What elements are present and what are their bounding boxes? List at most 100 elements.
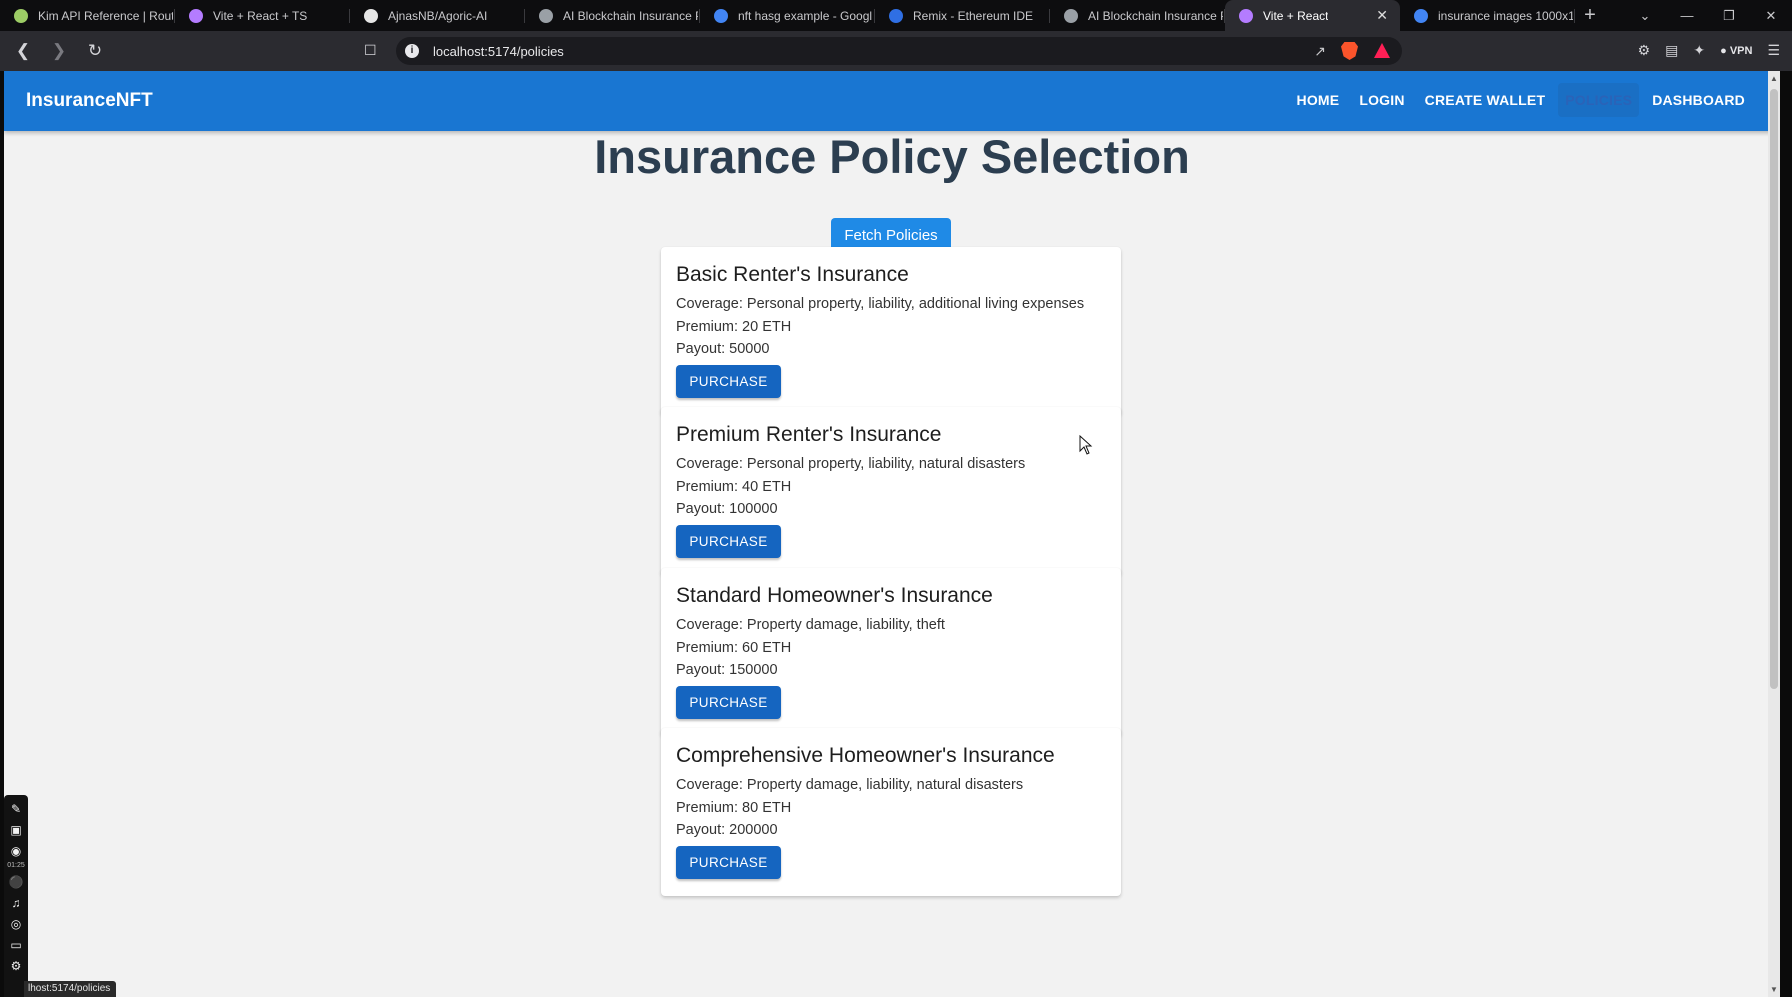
back-button[interactable]: ❮ (10, 41, 36, 61)
brave-rewards-icon[interactable] (1374, 43, 1390, 58)
close-window-button[interactable]: ✕ (1750, 8, 1792, 24)
remix-icon (889, 8, 903, 23)
policy-premium: Premium: 40 ETH (676, 476, 1106, 499)
site-info-icon[interactable]: i (405, 44, 419, 58)
policy-premium-value: 20 ETH (742, 318, 792, 335)
page-viewport: InsuranceNFT HOME LOGIN CREATE WALLET POLIC… (4, 71, 1780, 997)
menu-icon[interactable]: ☰ (1767, 42, 1780, 59)
address-url: localhost:5174/policies (433, 43, 564, 59)
page-scrollbar[interactable]: ▲ ▼ (1768, 71, 1780, 997)
circle-logo-icon (14, 8, 28, 23)
settings-gear-icon[interactable]: ⚙ (4, 956, 28, 977)
browser-tab[interactable]: Vite + React ✕ (1225, 0, 1400, 31)
policy-premium-label: Premium: (676, 318, 739, 335)
policy-premium-value: 80 ETH (742, 799, 792, 816)
policy-premium-label: Premium: (676, 799, 739, 816)
minimize-button[interactable]: — (1666, 8, 1708, 23)
browser-tab[interactable]: nft hasg example - Googl (700, 0, 875, 31)
scroll-down-icon[interactable]: ▼ (1770, 985, 1778, 994)
microphone-icon[interactable]: ⚫ (4, 872, 28, 893)
scroll-up-icon[interactable]: ▲ (1770, 74, 1778, 83)
nav-link-create-wallet[interactable]: CREATE WALLET (1418, 83, 1553, 117)
webcam-icon[interactable]: ◎ (4, 914, 28, 935)
policy-payout-value: 100000 (729, 501, 778, 517)
policy-coverage-label: Coverage: (676, 456, 743, 472)
brave-shields-icon[interactable] (1341, 42, 1358, 60)
policy-premium-value: 60 ETH (742, 639, 792, 656)
policy-payout-value: 200000 (729, 822, 778, 838)
policy-payout-label: Payout: (676, 662, 726, 678)
tab-title: AI Blockchain Insurance P (1088, 8, 1223, 23)
policy-coverage: Coverage: Personal property, liability, n… (676, 453, 1106, 476)
browser-tab[interactable]: AjnasNB/Agoric-AI (350, 0, 525, 31)
policy-coverage: Coverage: Personal property, liability, a… (676, 293, 1106, 316)
policy-name: Standard Homeowner's Insurance (676, 584, 993, 607)
speaker-icon[interactable]: ♫ (4, 893, 28, 914)
address-bar[interactable]: i localhost:5174/policies ↗ (396, 37, 1402, 65)
scrollbar-thumb[interactable] (1770, 89, 1778, 689)
purchase-button[interactable]: PURCHASE (676, 845, 781, 879)
vite-icon (1239, 8, 1253, 23)
tab-title: Remix - Ethereum IDE (913, 8, 1034, 23)
tab-title: AI Blockchain Insurance P (563, 8, 698, 23)
policy-coverage: Coverage: Property damage, liability, nat… (676, 774, 1106, 797)
policy-premium-label: Premium: (676, 639, 739, 656)
browser-tab[interactable]: AI Blockchain Insurance P (525, 0, 700, 31)
pen-icon[interactable]: ✎ (4, 799, 28, 820)
tab-title: Kim API Reference | Route (38, 8, 173, 23)
policy-name: Basic Renter's Insurance (676, 263, 909, 286)
policy-payout: Payout: 50000 (676, 338, 1106, 361)
mouse-cursor-icon (1079, 434, 1093, 455)
window-controls: ⌄ — ❐ ✕ (1624, 0, 1792, 31)
bookmark-icon[interactable]: ☐ (364, 42, 377, 59)
tab-title: Vite + React (1263, 8, 1329, 23)
purchase-button[interactable]: PURCHASE (676, 364, 781, 398)
tab-separator (1574, 9, 1575, 23)
policy-coverage-value: Personal property, liability, natural di… (746, 456, 1026, 472)
nav-link-policies[interactable]: POLICIES (1558, 83, 1640, 117)
globe-icon (539, 8, 553, 23)
purchase-button[interactable]: PURCHASE (676, 685, 781, 719)
main-nav: HOME LOGIN CREATE WALLET POLICIES DASHBOARD (1284, 83, 1752, 117)
browser-tab[interactable]: Remix - Ethereum IDE (875, 0, 1050, 31)
app-header: InsuranceNFT HOME LOGIN CREATE WALLET POLIC… (4, 71, 1780, 131)
new-tab-button[interactable]: + (1575, 0, 1605, 31)
nav-link-home[interactable]: HOME (1290, 83, 1347, 117)
policy-payout-label: Payout: (676, 341, 726, 357)
extensions-icon[interactable]: ⚙ (1638, 42, 1651, 59)
policy-premium-value: 40 ETH (742, 478, 792, 495)
tab-close-icon[interactable]: ✕ (1376, 7, 1388, 24)
browser-tab[interactable]: Kim API Reference | Route (0, 0, 175, 31)
record-icon[interactable]: ◉ (4, 841, 28, 862)
policy-coverage-value: Personal property, liability, additional… (746, 296, 1085, 312)
policy-premium: Premium: 80 ETH (676, 797, 1106, 820)
policy-payout: Payout: 200000 (676, 819, 1106, 842)
forward-button[interactable]: ❯ (46, 41, 72, 61)
google-icon (1414, 8, 1428, 23)
camera-icon[interactable]: ▣ (4, 820, 28, 841)
tab-strip: Kim API Reference | Route Vite + React + … (0, 0, 1792, 31)
nav-link-login[interactable]: LOGIN (1352, 83, 1411, 117)
tab-list: Kim API Reference | Route Vite + React + … (0, 0, 1575, 31)
policy-coverage-value: Property damage, liability, theft (746, 617, 945, 633)
tab-title: Vite + React + TS (213, 8, 308, 23)
vpn-button[interactable]: ● VPN (1720, 45, 1752, 57)
brand-logo[interactable]: InsuranceNFT (26, 90, 153, 112)
leo-ai-icon[interactable]: ✦ (1693, 42, 1705, 59)
tab-search-chevron-icon[interactable]: ⌄ (1624, 8, 1666, 24)
browser-tab[interactable]: Vite + React + TS (175, 0, 350, 31)
screen-icon[interactable]: ▭ (4, 935, 28, 956)
policy-coverage-label: Coverage: (676, 777, 743, 793)
purchase-button[interactable]: PURCHASE (676, 524, 781, 558)
browser-tab[interactable]: AI Blockchain Insurance P (1050, 0, 1225, 31)
policy-premium: Premium: 60 ETH (676, 637, 1106, 660)
share-icon[interactable]: ↗ (1314, 43, 1326, 60)
browser-window: Kim API Reference | Route Vite + React + … (0, 0, 1792, 997)
nav-link-dashboard[interactable]: DASHBOARD (1645, 83, 1752, 117)
browser-tab[interactable]: insurance images 1000x1( (1400, 0, 1575, 31)
vpn-label: VPN (1729, 44, 1753, 57)
policy-card: Basic Renter's Insurance Coverage: Persona… (661, 247, 1121, 415)
reload-button[interactable]: ↻ (82, 41, 108, 61)
restore-button[interactable]: ❐ (1708, 8, 1750, 24)
wallet-icon[interactable]: ▤ (1665, 42, 1678, 59)
